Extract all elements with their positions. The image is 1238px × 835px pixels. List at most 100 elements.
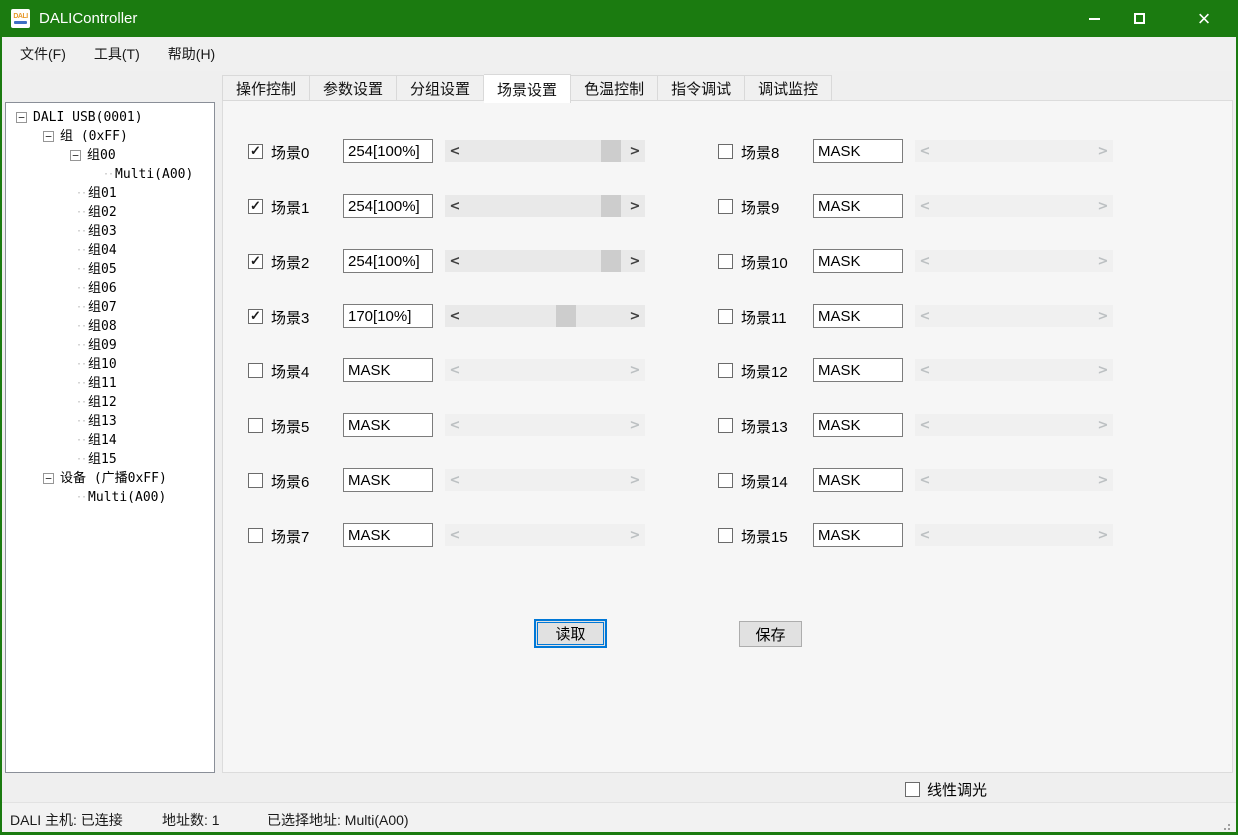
scene-checkbox[interactable] [718,254,733,269]
scene-checkbox[interactable]: ✓ [248,199,263,214]
scene-checkbox[interactable] [718,144,733,159]
scene-slider[interactable]: <> [445,250,645,272]
tree-item[interactable]: ··组05 [6,260,214,279]
scene-slider: <> [915,469,1113,491]
maximize-button[interactable] [1117,0,1161,37]
tree-item-label: 组12 [88,393,117,412]
slider-thumb[interactable] [601,140,621,162]
tree-item[interactable]: −组 (0xFF) [6,127,214,146]
scene-checkbox[interactable] [718,473,733,488]
scene-value-input[interactable] [343,304,433,328]
tree-item[interactable]: ··组01 [6,184,214,203]
scene-checkbox[interactable] [248,418,263,433]
tree-item[interactable]: ··组12 [6,393,214,412]
tree-item[interactable]: ··组09 [6,336,214,355]
slider-left-arrow-icon: < [445,359,465,381]
tree-item[interactable]: −组00 [6,146,214,165]
tree-item[interactable]: ··组10 [6,355,214,374]
scene-checkbox[interactable] [248,363,263,378]
close-button[interactable]: × [1180,0,1228,37]
slider-left-arrow-icon: < [445,414,465,436]
scene-checkbox[interactable] [718,528,733,543]
tree-item[interactable]: −设备 (广播0xFF) [6,469,214,488]
tree-expand-icon[interactable]: − [43,473,54,484]
scene-value-input[interactable] [813,468,903,492]
tree-expand-icon[interactable]: − [43,131,54,142]
menu-item-2[interactable]: 帮助(H) [154,37,229,71]
scene-value-input[interactable] [813,358,903,382]
slider-right-arrow-icon[interactable]: > [625,250,645,272]
scene-checkbox[interactable] [718,199,733,214]
slider-left-arrow-icon[interactable]: < [445,250,465,272]
tree-expand-icon[interactable]: − [70,150,81,161]
tree-item[interactable]: ··组04 [6,241,214,260]
scene-checkbox[interactable]: ✓ [248,144,263,159]
tree-item[interactable]: −DALI USB(0001) [6,108,214,127]
menu-item-1[interactable]: 工具(T) [80,37,154,71]
tree-item[interactable]: ··组11 [6,374,214,393]
scene-label: 场景5 [271,416,309,437]
minimize-button[interactable] [1072,0,1116,37]
tree-connector: ·· [76,184,86,203]
tree-item[interactable]: ··Multi(A00) [6,488,214,507]
tree-item[interactable]: ··组07 [6,298,214,317]
slider-right-arrow-icon: > [625,524,645,546]
scene-value-input[interactable] [343,523,433,547]
scene-value-input[interactable] [813,413,903,437]
tab-操作控制[interactable]: 操作控制 [222,75,310,101]
tab-参数设置[interactable]: 参数设置 [310,75,397,101]
tree-item[interactable]: ··Multi(A00) [6,165,214,184]
scene-slider[interactable]: <> [445,140,645,162]
scene-value-input[interactable] [813,249,903,273]
tree-item[interactable]: ··组14 [6,431,214,450]
scene-value-input[interactable] [343,249,433,273]
tab-调试监控[interactable]: 调试监控 [745,75,832,101]
tab-指令调试[interactable]: 指令调试 [658,75,745,101]
slider-right-arrow-icon[interactable]: > [625,305,645,327]
slider-thumb[interactable] [601,250,621,272]
tab-分组设置[interactable]: 分组设置 [397,75,484,101]
slider-left-arrow-icon[interactable]: < [445,195,465,217]
scene-value-input[interactable] [343,194,433,218]
slider-left-arrow-icon[interactable]: < [445,140,465,162]
scene-value-input[interactable] [343,468,433,492]
linear-dimming-checkbox[interactable] [905,782,920,797]
scene-checkbox[interactable]: ✓ [248,309,263,324]
slider-thumb[interactable] [601,195,621,217]
scene-value-input[interactable] [813,194,903,218]
scene-value-input[interactable] [813,304,903,328]
read-button[interactable]: 读取 [534,619,607,648]
scene-checkbox[interactable] [248,528,263,543]
tree-expand-icon[interactable]: − [16,112,27,123]
scene-checkbox[interactable] [718,363,733,378]
scene-checkbox[interactable] [248,473,263,488]
tree-item[interactable]: ··组13 [6,412,214,431]
scene-slider[interactable]: <> [445,305,645,327]
slider-right-arrow-icon[interactable]: > [625,195,645,217]
slider-thumb[interactable] [556,305,576,327]
scene-value-input[interactable] [343,413,433,437]
scene-slider[interactable]: <> [445,195,645,217]
scene-value-input[interactable] [343,139,433,163]
slider-left-arrow-icon[interactable]: < [445,305,465,327]
slider-left-arrow-icon: < [915,305,935,327]
scene-checkbox[interactable]: ✓ [248,254,263,269]
tree-item[interactable]: ··组08 [6,317,214,336]
tab-场景设置[interactable]: 场景设置 [484,74,571,103]
scene-value-input[interactable] [813,139,903,163]
tree-item[interactable]: ··组06 [6,279,214,298]
scene-value-input[interactable] [343,358,433,382]
tree-item[interactable]: ··组02 [6,203,214,222]
scene-row: 场景8<> [718,139,1148,165]
save-button[interactable]: 保存 [739,621,802,647]
scene-checkbox[interactable] [718,309,733,324]
scene-value-input[interactable] [813,523,903,547]
scene-checkbox[interactable] [718,418,733,433]
slider-right-arrow-icon: > [1093,469,1113,491]
slider-right-arrow-icon[interactable]: > [625,140,645,162]
tab-色温控制[interactable]: 色温控制 [571,75,658,101]
tree-item[interactable]: ··组15 [6,450,214,469]
menu-item-0[interactable]: 文件(F) [6,37,80,71]
resize-grip[interactable] [1228,824,1230,826]
tree-item[interactable]: ··组03 [6,222,214,241]
